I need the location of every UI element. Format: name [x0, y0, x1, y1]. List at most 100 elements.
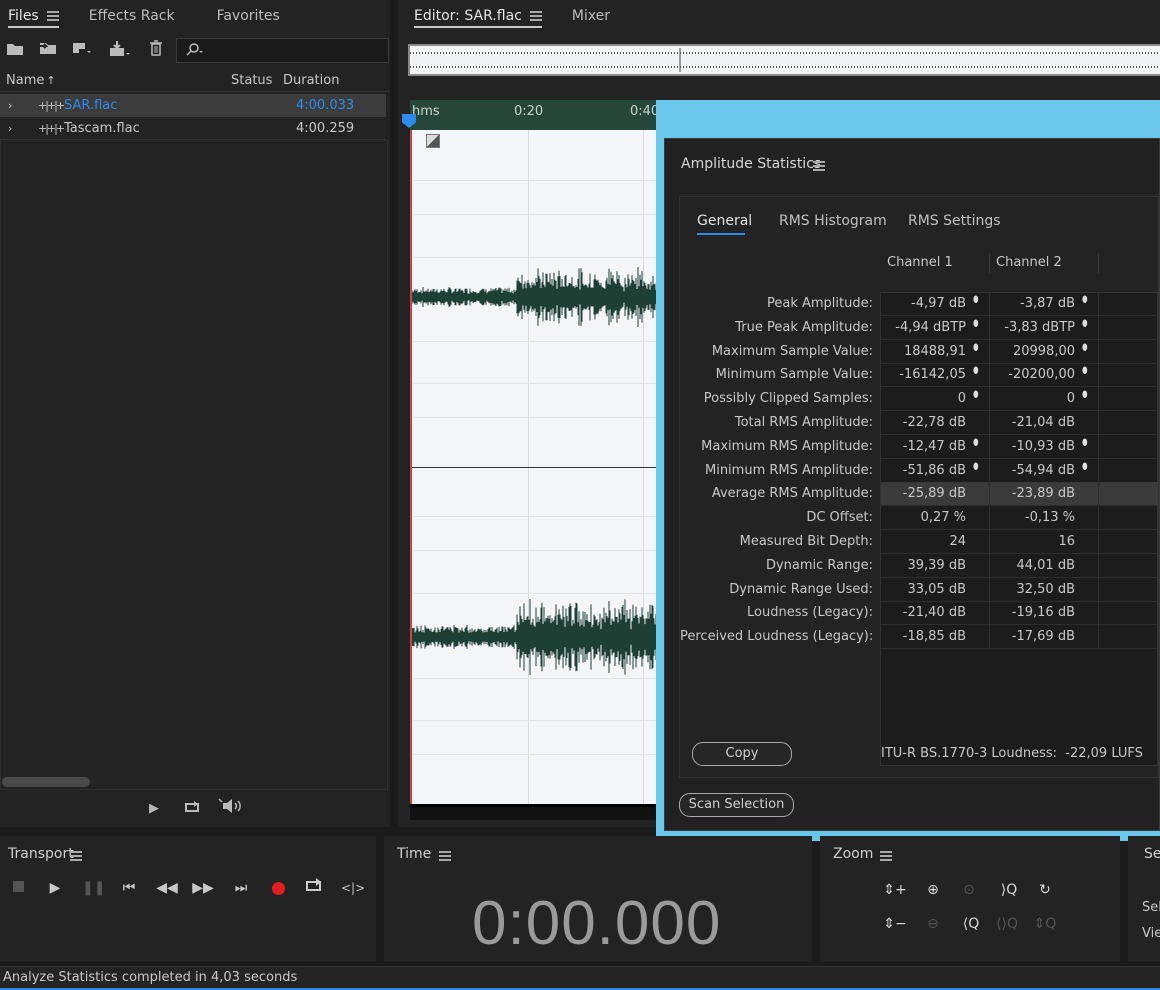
skip-to-end-icon[interactable]: ⏭	[230, 877, 252, 899]
jump-to-marker-icon[interactable]: ⬮	[973, 288, 979, 312]
copy-button[interactable]: Copy	[692, 742, 792, 766]
time-menu-icon[interactable]	[439, 851, 451, 861]
dialog-menu-icon[interactable]	[813, 161, 825, 171]
jump-to-marker-icon[interactable]: ⬮	[1082, 288, 1088, 312]
stat-label: Average RMS Amplitude:	[711, 486, 873, 502]
files-menu-icon[interactable]	[46, 11, 59, 21]
transport-menu-icon[interactable]	[70, 851, 82, 861]
tab-effects-rack[interactable]: Effects Rack	[81, 0, 183, 32]
status-text: Analyze Statistics completed in 4,03 sec…	[3, 970, 298, 985]
horizontal-scrollbar[interactable]	[2, 777, 90, 787]
time-panel: Time 0:00.000	[384, 836, 812, 962]
dialog-inner: General RMS Histogram RMS Settings Chann…	[679, 196, 1159, 778]
zoom-full-disabled-icon[interactable]: ⊙	[956, 879, 982, 901]
file-row[interactable]: › +|+|+ SAR.flac 4:00.033	[0, 94, 386, 117]
delete-icon[interactable]	[146, 40, 166, 62]
waveform-overview[interactable]	[408, 44, 1160, 76]
search-icon	[185, 42, 203, 62]
column-duration[interactable]: Duration	[283, 73, 339, 88]
stats-rows: Peak Amplitude: -4,97 dB -3,87 dB ⬮ ⬮ True Pe…	[680, 292, 1158, 652]
column-separator	[989, 577, 990, 602]
tab-rms-histogram[interactable]: RMS Histogram	[779, 213, 887, 229]
expand-chevron-icon[interactable]: ›	[8, 117, 12, 140]
column-separator	[989, 315, 990, 340]
expand-chevron-icon[interactable]: ›	[8, 94, 12, 117]
tab-mixer[interactable]: Mixer	[564, 0, 618, 32]
jump-to-marker-icon[interactable]: ⬮	[973, 455, 979, 479]
jump-to-marker-icon[interactable]: ⬮	[973, 359, 979, 383]
stat-channel-1-value: 39,39 dB	[907, 557, 966, 573]
loop-preview-icon[interactable]	[182, 798, 204, 820]
stats-row: Possibly Clipped Samples: 0 0 ⬮ ⬮	[680, 387, 1158, 412]
jump-to-marker-icon[interactable]: ⬮	[1082, 312, 1088, 336]
zoom-in-point-icon[interactable]: ⟩Q	[996, 879, 1022, 901]
amplitude-statistics-window: Amplitude Statistics General RMS Histogr…	[656, 100, 1160, 841]
column-separator	[1098, 530, 1099, 554]
stat-channel-2-value: -3,83 dBTP	[1004, 319, 1075, 335]
new-file-icon[interactable]	[70, 40, 94, 62]
record-icon[interactable]	[267, 877, 289, 899]
jump-to-marker-icon[interactable]: ⬮	[973, 336, 979, 360]
loop-playback-icon[interactable]	[304, 877, 326, 899]
rewind-icon[interactable]: ◀◀	[156, 877, 178, 899]
column-separator	[989, 363, 990, 388]
open-folder-icon[interactable]	[4, 40, 26, 62]
status-bar: Analyze Statistics completed in 4,03 sec…	[0, 966, 1160, 990]
zoom-reset-icon[interactable]: ↻	[1032, 879, 1058, 901]
skip-to-start-icon[interactable]: ⏮	[118, 877, 140, 899]
zoom-out-amplitude-icon[interactable]: ⇕−	[882, 913, 908, 935]
column-separator	[1098, 506, 1099, 531]
column-name[interactable]: Name ↑	[6, 73, 56, 88]
import-file-icon[interactable]	[36, 40, 60, 62]
editor-menu-icon[interactable]	[529, 11, 542, 21]
stat-label: Perceived Loudness (Legacy):	[680, 629, 874, 645]
jump-to-marker-icon[interactable]: ⬮	[1082, 431, 1088, 455]
dialog-title: Amplitude Statistics	[681, 156, 822, 172]
zoom-in-time-icon[interactable]: ⊕	[920, 879, 946, 901]
play-icon[interactable]: ▶	[44, 877, 66, 899]
jump-to-marker-icon[interactable]: ⬮	[973, 383, 979, 407]
zoom-selection-disabled-icon[interactable]: ⟨⟩Q	[994, 913, 1020, 935]
hud-toggle-icon[interactable]	[426, 134, 440, 148]
stat-channel-1-value: 0,27 %	[920, 510, 966, 526]
waveform-channel-1	[412, 267, 658, 327]
tab-editor[interactable]: Editor: SAR.flac	[406, 0, 550, 32]
jump-to-marker-icon[interactable]: ⬮	[1082, 336, 1088, 360]
skip-silence-icon[interactable]: <|>	[341, 877, 365, 899]
fast-forward-icon[interactable]: ▶▶	[192, 877, 214, 899]
jump-to-marker-icon[interactable]: ⬮	[973, 431, 979, 455]
jump-to-marker-icon[interactable]: ⬮	[973, 312, 979, 336]
tab-general[interactable]: General	[697, 213, 752, 229]
zoom-menu-icon[interactable]	[880, 851, 892, 861]
zoom-in-amplitude-icon[interactable]: ⇕+	[882, 879, 908, 901]
waveform-file-icon: +|+|+	[38, 122, 65, 135]
file-row[interactable]: › +|+|+ Tascam.flac 4:00.259	[0, 117, 386, 140]
jump-to-marker-icon[interactable]: ⬮	[1082, 455, 1088, 479]
tab-effects-rack-label: Effects Rack	[88, 8, 175, 24]
column-separator	[989, 292, 990, 316]
save-icon[interactable]	[106, 40, 132, 62]
tab-general-label: General	[697, 213, 753, 229]
jump-to-marker-icon[interactable]: ⬮	[1082, 383, 1088, 407]
scan-selection-button[interactable]: Scan Selection	[679, 793, 794, 817]
view-row-label: Vie	[1142, 926, 1160, 941]
play-preview-icon[interactable]: ▶	[144, 798, 164, 820]
zoom-out-point-icon[interactable]: ⟨Q	[958, 913, 984, 935]
stat-channel-1-value: -18,85 dB	[902, 629, 966, 645]
zoom-out-time-disabled-icon[interactable]: ⊖	[920, 913, 946, 935]
stat-channel-2-value: -21,04 dB	[1011, 415, 1075, 430]
file-name: Tascam.flac	[64, 121, 140, 136]
tab-favorites[interactable]: Favorites	[209, 0, 288, 32]
stop-icon[interactable]	[7, 877, 29, 899]
tab-rms-settings[interactable]: RMS Settings	[908, 213, 1001, 229]
pause-icon[interactable]: ❚❚	[82, 877, 105, 899]
time-display: 0:00.000	[472, 889, 722, 958]
stat-label: Measured Bit Depth:	[739, 534, 873, 549]
autoplay-speaker-icon[interactable]	[216, 798, 244, 820]
column-status[interactable]: Status	[231, 73, 272, 88]
search-input[interactable]	[176, 38, 389, 63]
stat-channel-2-value: -20200,00	[1008, 367, 1075, 383]
zoom-tracks-disabled-icon[interactable]: ⇕Q	[1032, 913, 1058, 935]
tab-files[interactable]: Files	[0, 0, 67, 32]
jump-to-marker-icon[interactable]: ⬮	[1082, 359, 1088, 383]
